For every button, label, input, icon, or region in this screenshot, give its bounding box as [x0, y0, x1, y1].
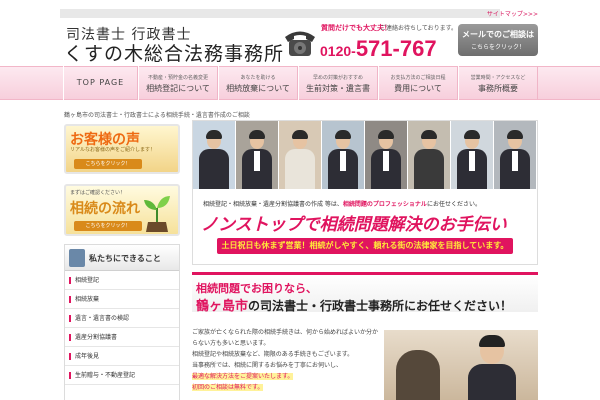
- nav-sub: あなたを助ける: [240, 75, 276, 81]
- intro-highlight-1: 最適な解決方法をご提案いたします。: [192, 373, 294, 380]
- service-link[interactable]: 遺産分割協議書: [65, 328, 179, 347]
- nav-label: 相続登記について: [146, 84, 210, 93]
- banner-button: こちらをクリック！: [74, 159, 142, 169]
- site-logo-title[interactable]: くすの木総合法務事務所: [64, 39, 284, 66]
- services-list: 相続登記 相続放棄 遺言・遺言書の検認 遺産分割協議書 成年後見 生前贈与・不動…: [65, 271, 179, 385]
- nav-top-label: TOP PAGE: [76, 78, 125, 87]
- services-panel: 私たちにできること 相続登記 相続放棄 遺言・遺言書の検認 遺産分割協議書 成年…: [64, 244, 180, 400]
- staff-photo-strip: [193, 121, 537, 189]
- phone-digits: 571-767: [355, 36, 437, 61]
- hero-lead: 相続登記・相続放棄・遺産分割協議書の作成 等は、相続問題のプロフェッショナルにお…: [203, 199, 481, 208]
- nav-sub: 早めの対策がおすすめ: [312, 75, 363, 81]
- consult-banner: 相続問題でお困りなら、 鶴ヶ島市の司法書士・行政書士事務所にお任せください！: [192, 272, 538, 314]
- nav-sub: 営業時間・アクセスなど: [470, 75, 526, 81]
- service-link[interactable]: 遺言・遺言書の検認: [65, 309, 179, 328]
- nav-estate-planning[interactable]: 早めの対策がおすすめ 生前対策・遺言書: [298, 66, 378, 100]
- consult-banner-line2: 鶴ヶ島市の司法書士・行政書士事務所にお任せください！: [196, 295, 512, 314]
- services-panel-title: 私たちにできること: [89, 254, 161, 263]
- nav-fees[interactable]: お支払方法のご相談日程 費用について: [378, 66, 458, 100]
- phone-prefix: 0120-: [320, 43, 356, 59]
- book-icon: [69, 249, 85, 267]
- mail-button-line2: こちらをクリック！: [470, 44, 525, 51]
- banner-top: まずはご確認ください！: [70, 190, 126, 196]
- nav-label: 事務所概要: [478, 84, 518, 93]
- hero-lead-pre: 相続登記・相続放棄・遺産分割協議書の作成 等は、: [203, 201, 343, 208]
- intro-text: ご家族が亡くなられた際の相続手続きは、何から始めればよいか分からない方も多いと思…: [192, 327, 378, 393]
- banner-title: 相続の流れ: [70, 201, 140, 217]
- staff-photo: [451, 121, 494, 189]
- staff-photo: [494, 121, 537, 189]
- consultation-photo: [384, 330, 538, 400]
- page-tagline: 鶴ヶ島市の司法書士・行政書士による相続手続・遺言書作成のご相談: [64, 112, 250, 119]
- consult-banner-line1: 相続問題でお困りなら、: [196, 282, 317, 295]
- staff-photo: [365, 121, 408, 189]
- mail-consult-button[interactable]: メールでのご相談は こちらをクリック！: [458, 24, 538, 56]
- inheritance-flow-banner[interactable]: まずはご確認ください！ 相続の流れ こちらをクリック！: [64, 184, 180, 236]
- hero-headline: ノンストップで相続問題解決のお手伝い: [201, 215, 507, 235]
- hero-banner: 相続登記・相続放棄・遺産分割協議書の作成 等は、相続問題のプロフェッショナルにお…: [192, 120, 538, 265]
- banner-sub: リアルなお客様の声をご紹介します！: [70, 147, 155, 153]
- phone-tagline-sub: ご連絡お待ちしております。: [380, 25, 458, 32]
- phone-number[interactable]: 0120-571-767: [320, 36, 437, 62]
- nav-office-overview[interactable]: 営業時間・アクセスなど 事務所概要: [458, 66, 538, 100]
- nav-label: 費用について: [394, 84, 442, 93]
- nav-top-page[interactable]: TOP PAGE: [63, 66, 138, 100]
- nav-inheritance-renunciation[interactable]: あなたを助ける 相続放棄について: [218, 66, 298, 100]
- hero-subbar: 土日祝日も休まず営業！相続がしやすく、頼れる街の法律家を目指しています。: [217, 238, 513, 254]
- customer-voice-banner[interactable]: お客様の声 リアルなお客様の声をご紹介します！ こちらをクリック！: [64, 124, 180, 174]
- intro-p1: ご家族が亡くなられた際の相続手続きは、何から始めればよいか分からない方も多いと思…: [192, 329, 379, 347]
- nav-inheritance-registration[interactable]: 不動産・預貯金の名義変更 相続登記について: [138, 66, 218, 100]
- service-link[interactable]: 相続登記: [65, 271, 179, 290]
- service-link[interactable]: 相続放棄: [65, 290, 179, 309]
- telephone-icon: [285, 31, 315, 56]
- service-link[interactable]: 生前贈与・不動産登記: [65, 366, 179, 385]
- sitemap-link[interactable]: サイトマップ>>>: [487, 9, 538, 18]
- staff-photo: [193, 121, 236, 189]
- staff-photo: [279, 121, 322, 189]
- banner-button: こちらをクリック！: [74, 221, 142, 231]
- intro-p3: 当事務所では、相続に関するお悩みを丁寧にお伺いし、: [192, 362, 343, 369]
- nav-label: 相続放棄について: [226, 84, 290, 93]
- intro-p2: 相続登記や相続放棄など、期限のある手続きもございます。: [192, 351, 354, 358]
- sprout-icon: [144, 196, 170, 232]
- top-bar: [60, 9, 500, 18]
- service-link[interactable]: 成年後見: [65, 347, 179, 366]
- services-panel-head: 私たちにできること: [65, 245, 179, 271]
- staff-photo: [322, 121, 365, 189]
- mail-button-line1: メールでのご相談は: [462, 30, 534, 39]
- staff-photo: [236, 121, 279, 189]
- nav-sub: 不動産・預貯金の名義変更: [147, 75, 208, 81]
- staff-photo: [408, 121, 451, 189]
- city-name: 鶴ヶ島市: [196, 299, 249, 314]
- consult-banner-text: の司法書士・行政書士事務所にお任せください！: [248, 299, 513, 313]
- nav-sub: お支払方法のご相談日程: [390, 75, 446, 81]
- intro-highlight-2: 初回のご相談は無料です。: [192, 384, 264, 391]
- hero-lead-pink: 相続問題のプロフェッショナル: [342, 201, 427, 208]
- hero-lead-post: にお任せください。: [426, 201, 481, 208]
- nav-label: 生前対策・遺言書: [306, 84, 370, 93]
